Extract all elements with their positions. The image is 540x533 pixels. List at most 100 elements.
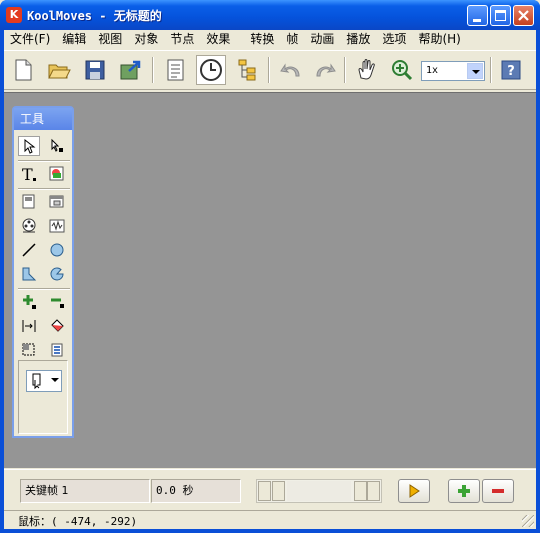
plus-icon	[458, 485, 470, 497]
resize-grip[interactable]	[522, 515, 534, 527]
minimize-button[interactable]	[467, 5, 488, 26]
new-file-icon	[15, 59, 32, 81]
align-tool[interactable]	[18, 316, 40, 336]
image-tool[interactable]	[46, 164, 68, 184]
text-icon: T	[22, 165, 36, 183]
tools-panel-title[interactable]: 工具	[14, 108, 72, 130]
scroll-last-button[interactable]	[367, 481, 380, 501]
window-frame-icon	[49, 195, 64, 208]
zoom-level-select[interactable]: 1x	[421, 61, 485, 81]
window-bottom-border	[0, 529, 540, 533]
stage-canvas[interactable]	[4, 92, 536, 468]
scroll-left-button[interactable]	[272, 481, 285, 501]
gradient-icon	[51, 343, 63, 357]
clock-icon	[200, 59, 222, 81]
paint-bucket-icon	[51, 319, 64, 332]
menu-view[interactable]: 视图	[92, 30, 128, 48]
polygon-icon	[22, 267, 37, 281]
main-toolbar: 1x ?	[4, 50, 536, 90]
gradient-tool[interactable]	[46, 340, 68, 360]
app-window: K KoolMoves - 无标题的 文件(F) 编辑 视图 对象 节点 效果 …	[0, 0, 540, 533]
menu-object[interactable]: 对象	[128, 30, 164, 48]
window-title: KoolMoves - 无标题的	[27, 9, 162, 23]
export-button[interactable]	[116, 55, 146, 85]
text-tool[interactable]: T	[18, 164, 40, 184]
menu-edit[interactable]: 编辑	[56, 30, 92, 48]
pie-shape-icon	[50, 267, 64, 281]
zoom-level-value: 1x	[426, 65, 439, 76]
save-button[interactable]	[80, 55, 110, 85]
toolbar-separator	[490, 57, 492, 83]
minus-icon	[492, 489, 504, 493]
scroll-thumb[interactable]	[287, 481, 351, 501]
undo-icon	[280, 63, 300, 77]
frame-tool[interactable]	[46, 192, 68, 212]
play-button[interactable]	[398, 479, 430, 503]
redo-button[interactable]	[310, 55, 340, 85]
close-button[interactable]	[513, 5, 534, 26]
frame-scrollbar[interactable]	[256, 479, 382, 503]
remove-frame-button[interactable]	[482, 479, 514, 503]
sound-wave-icon	[49, 219, 65, 233]
help-button[interactable]: ?	[496, 55, 526, 85]
add-point-tool[interactable]	[18, 292, 40, 312]
sound-tool[interactable]	[46, 216, 68, 236]
menu-play[interactable]: 播放	[340, 30, 376, 48]
select-tool[interactable]	[18, 136, 40, 156]
polygon-tool[interactable]	[18, 264, 40, 284]
fill-tool[interactable]	[46, 316, 68, 336]
hand-tool-button[interactable]	[352, 55, 382, 85]
crop-select-icon	[22, 343, 35, 356]
remove-point-tool[interactable]	[46, 292, 68, 312]
ellipse-tool[interactable]	[46, 240, 68, 260]
play-icon	[409, 484, 420, 498]
film-reel-icon	[22, 218, 36, 233]
chevron-down-icon[interactable]	[467, 63, 483, 79]
svg-text:?: ?	[507, 64, 515, 79]
menu-help[interactable]: 帮助(H)	[412, 30, 466, 48]
film-tool[interactable]	[18, 216, 40, 236]
menu-node[interactable]: 节点	[164, 30, 200, 48]
add-frame-button[interactable]	[448, 479, 480, 503]
subselect-tool[interactable]	[46, 136, 68, 156]
new-button[interactable]	[8, 55, 38, 85]
status-bar: 鼠标：( -474, -292)	[4, 510, 536, 529]
timeline-bar: 关键帧 1 0.0 秒	[4, 469, 536, 509]
line-tool[interactable]	[18, 240, 40, 260]
open-button[interactable]	[44, 55, 74, 85]
zoom-button[interactable]	[387, 55, 417, 85]
mouse-coords: ( -474, -292)	[51, 515, 138, 528]
scene-tree-button[interactable]	[232, 55, 262, 85]
properties-button[interactable]	[160, 55, 190, 85]
button-tool[interactable]	[18, 192, 40, 212]
menu-transform[interactable]: 转换	[244, 30, 280, 48]
menu-effects[interactable]: 效果	[200, 30, 236, 48]
save-disk-icon	[85, 60, 105, 80]
ellipse-icon	[50, 243, 64, 257]
image-icon	[49, 166, 64, 181]
redo-icon	[316, 63, 336, 77]
menu-bar: 文件(F) 编辑 视图 对象 节点 效果 转换 帧 动画 播放 选项 帮助(H)	[4, 30, 536, 48]
zoom-in-icon	[392, 60, 413, 81]
crop-tool[interactable]	[18, 340, 40, 360]
koolmoves-app-icon[interactable]: K	[6, 7, 22, 23]
undo-button[interactable]	[276, 55, 306, 85]
maximize-button[interactable]	[490, 5, 511, 26]
tool-option-select[interactable]	[26, 370, 62, 392]
menu-frame[interactable]: 帧	[280, 30, 304, 48]
mouse-position: 鼠标：( -474, -292)	[18, 513, 137, 529]
timeline-toggle-button[interactable]	[196, 55, 226, 85]
shape-tool[interactable]	[46, 264, 68, 284]
toolbar-separator	[268, 57, 270, 83]
tools-panel: 工具 T	[12, 106, 74, 438]
tools-separator	[18, 288, 70, 290]
menu-animation[interactable]: 动画	[304, 30, 340, 48]
chevron-down-icon	[51, 378, 59, 382]
title-bar[interactable]: K KoolMoves - 无标题的	[0, 0, 540, 30]
properties-icon	[167, 59, 184, 81]
scroll-right-button[interactable]	[354, 481, 367, 501]
menu-file[interactable]: 文件(F)	[4, 30, 56, 48]
scroll-first-button[interactable]	[258, 481, 271, 501]
menu-options[interactable]: 选项	[376, 30, 412, 48]
button-shape-icon	[22, 194, 35, 209]
